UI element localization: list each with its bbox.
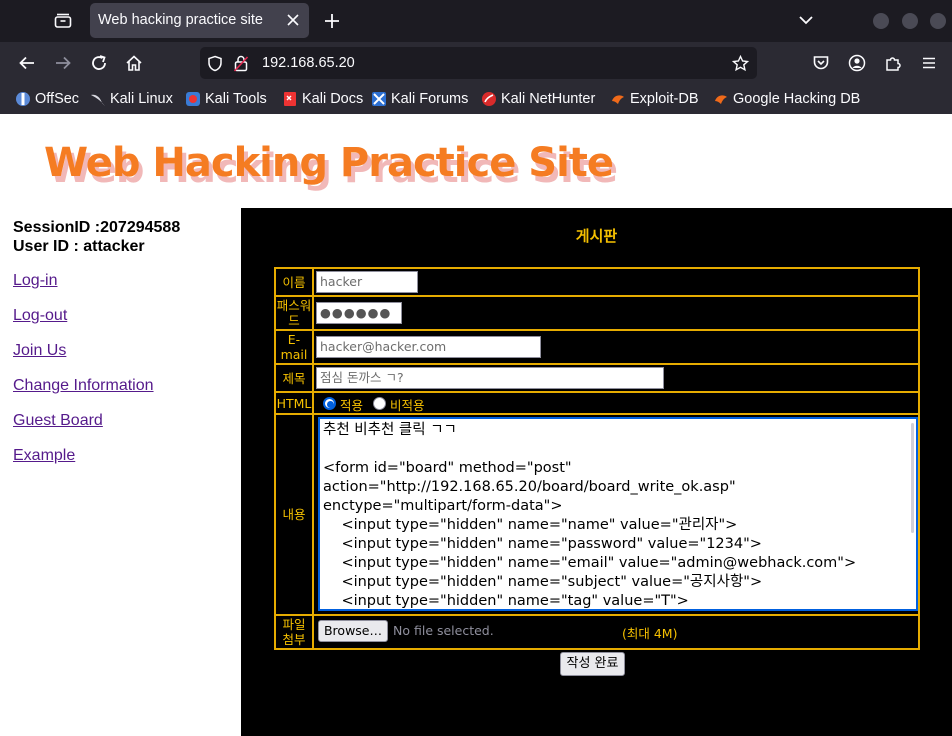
exploit-db-icon [610, 91, 626, 107]
back-icon[interactable] [16, 52, 38, 74]
minimize-button[interactable] [873, 13, 889, 29]
html-row: HTML 적용 비적용 [274, 391, 920, 413]
bookmark-kali-docs[interactable]: Kali Docs [282, 90, 363, 108]
pocket-icon[interactable] [810, 52, 832, 74]
reload-icon[interactable] [88, 52, 110, 74]
email-label: E-mail [276, 331, 314, 363]
tab-list-icon[interactable] [50, 8, 76, 34]
logout-link[interactable]: Log-out [13, 307, 67, 325]
join-us-link[interactable]: Join Us [13, 342, 66, 360]
bookmark-exploit-db[interactable]: Exploit-DB [610, 90, 699, 108]
file-status: No file selected. [393, 623, 494, 638]
bookmark-kali-forums[interactable]: Kali Forums [371, 90, 468, 108]
content-textarea[interactable]: 추천 비추천 클릭 ㄱㄱ <form id="board" method="po… [318, 417, 918, 611]
html-on-radio[interactable] [323, 397, 336, 410]
board-title: 게시판 [575, 227, 618, 245]
menu-icon[interactable] [918, 52, 940, 74]
name-input[interactable]: hacker [316, 271, 418, 293]
bookmark-kali-tools[interactable]: Kali Tools [185, 90, 267, 108]
kali-linux-icon [90, 91, 106, 107]
sidebar: SessionID :207294588 User ID : attacker … [13, 218, 233, 464]
close-icon[interactable] [286, 13, 300, 27]
password-row: 패스워드 ●●●●●● [274, 295, 920, 329]
bookmark-kali-nethunter[interactable]: Kali NetHunter [481, 90, 595, 108]
html-off-radio[interactable] [373, 397, 386, 410]
name-label: 이름 [276, 269, 314, 295]
max-size-note: (최대 4M) [622, 626, 678, 641]
user-id: User ID : attacker [13, 238, 145, 255]
browser-navbar: 192.168.65.20 [0, 42, 952, 84]
google-hacking-db-icon [713, 91, 729, 107]
tracking-shield-icon[interactable] [207, 55, 223, 72]
kali-docs-icon [282, 91, 298, 107]
browser-titlebar: Web hacking practice site [0, 0, 952, 42]
password-input[interactable]: ●●●●●● [316, 302, 402, 324]
content-row: 내용 추천 비추천 클릭 ㄱㄱ <form id="board" method=… [274, 413, 920, 614]
maximize-button[interactable] [902, 13, 918, 29]
content-text: 추천 비추천 클릭 ㄱㄱ <form id="board" method="po… [323, 422, 857, 609]
session-id: SessionID :207294588 [13, 219, 181, 236]
offsec-icon [15, 91, 31, 107]
file-row: 파일첨부 Browse… No file selected. (최대 4M) [274, 614, 920, 650]
html-on-label: 적용 [340, 398, 364, 413]
new-tab-icon[interactable] [322, 11, 342, 31]
bookmarks-toolbar: OffSec Kali Linux Kali Tools Kali Docs K… [0, 84, 952, 114]
login-link[interactable]: Log-in [13, 272, 57, 290]
subject-input[interactable]: 점심 돈까스 ㄱ? [316, 367, 664, 389]
html-label: HTML [276, 393, 314, 413]
password-label: 패스워드 [276, 297, 314, 329]
site-logo: Web Hacking Practice Site Web Hacking Pr… [44, 138, 618, 192]
close-window-button[interactable] [930, 13, 946, 29]
insecure-lock-icon[interactable] [234, 55, 248, 72]
guest-board-link[interactable]: Guest Board [13, 412, 103, 430]
url-bar[interactable]: 192.168.65.20 [200, 47, 757, 79]
content-label: 내용 [276, 415, 314, 614]
submit-button[interactable]: 작성 완료 [560, 652, 625, 676]
kali-forums-icon [371, 91, 387, 107]
extensions-icon[interactable] [882, 52, 904, 74]
example-link[interactable]: Example [13, 447, 75, 465]
chevron-down-icon[interactable] [797, 11, 815, 29]
file-label: 파일첨부 [276, 616, 314, 648]
email-row: E-mail hacker@hacker.com [274, 329, 920, 363]
browse-button[interactable]: Browse… [318, 620, 388, 642]
bookmark-kali-linux[interactable]: Kali Linux [90, 90, 173, 108]
account-icon[interactable] [846, 52, 868, 74]
site-logo-text: Web Hacking Practice Site [44, 140, 614, 186]
kali-nethunter-icon [481, 91, 497, 107]
name-row: 이름 hacker [274, 267, 920, 295]
kali-tools-icon [185, 91, 201, 107]
html-off-label: 비적용 [390, 398, 425, 413]
content-scrollbar[interactable] [911, 423, 914, 533]
bookmark-offsec[interactable]: OffSec [15, 90, 79, 108]
browser-tab[interactable]: Web hacking practice site [90, 3, 309, 38]
bookmark-star-icon[interactable] [732, 55, 749, 72]
tab-title: Web hacking practice site [98, 12, 263, 28]
bookmark-google-hacking-db[interactable]: Google Hacking DB [713, 90, 860, 108]
url-text: 192.168.65.20 [262, 55, 355, 71]
email-input[interactable]: hacker@hacker.com [316, 336, 541, 358]
subject-row: 제목 점심 돈까스 ㄱ? [274, 363, 920, 391]
home-icon[interactable] [123, 52, 145, 74]
change-information-link[interactable]: Change Information [13, 377, 154, 395]
subject-label: 제목 [276, 365, 314, 391]
forward-icon[interactable] [52, 52, 74, 74]
